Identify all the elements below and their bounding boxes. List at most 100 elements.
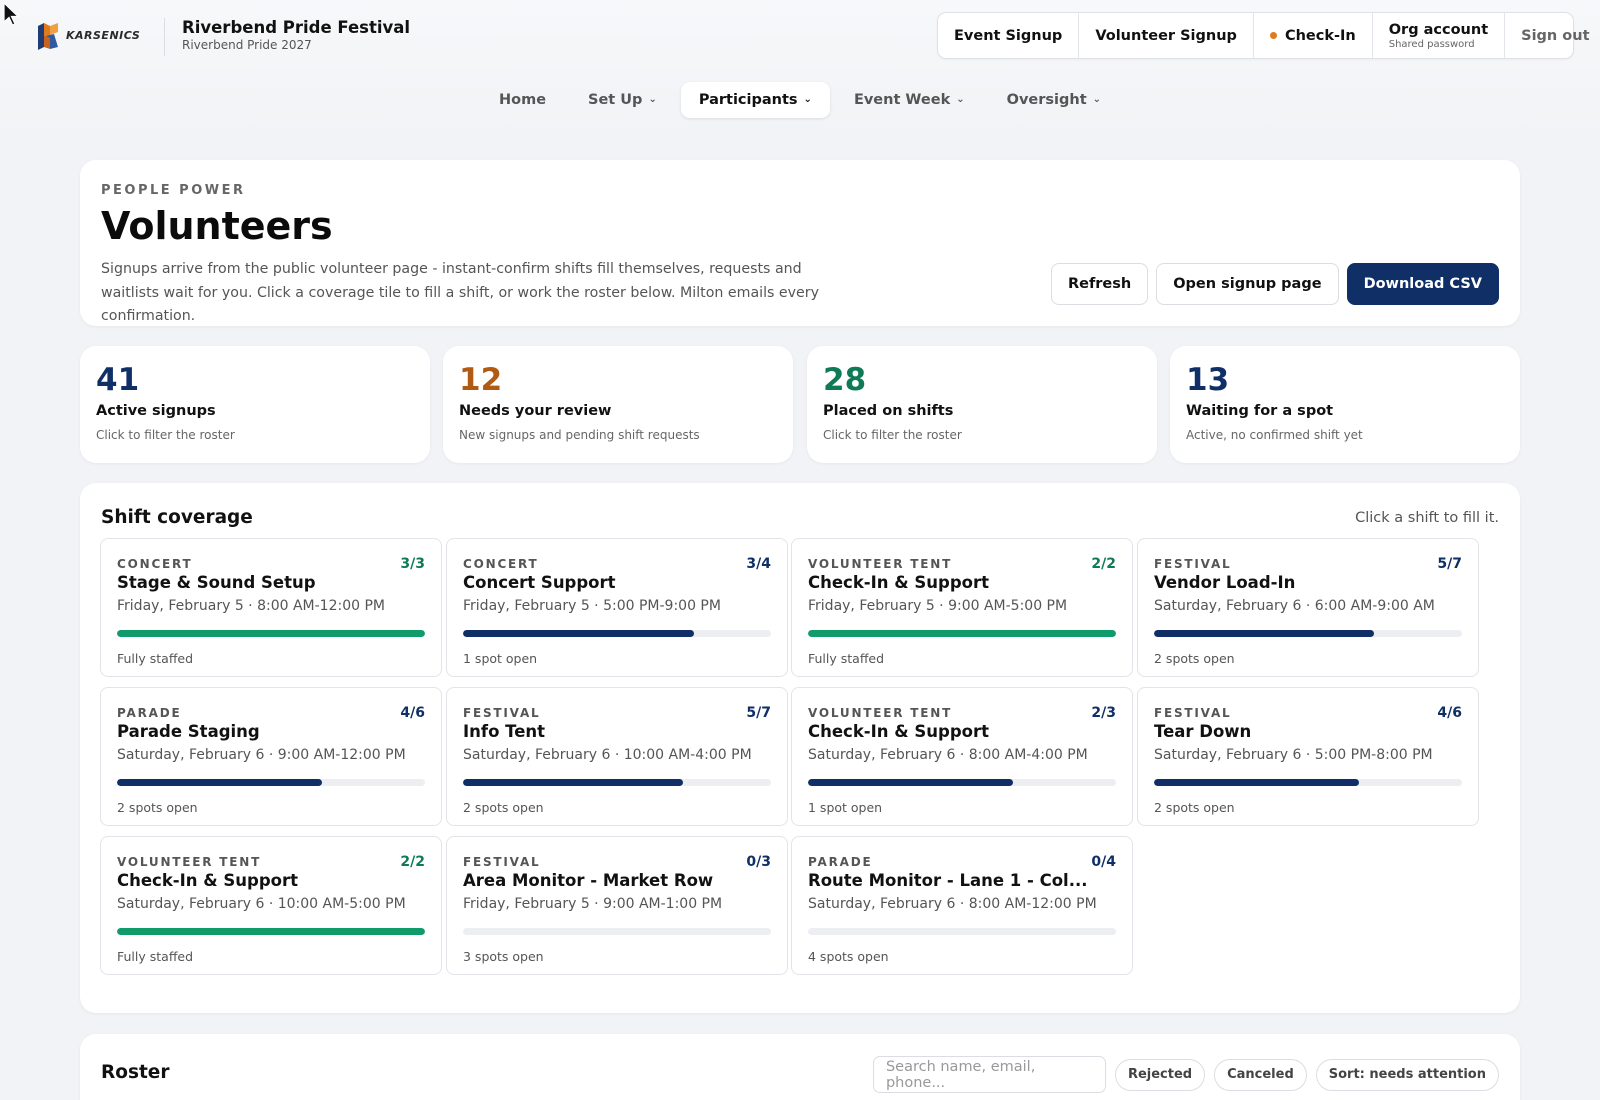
shift-name: Parade Staging	[117, 722, 260, 741]
sign-out-label: Sign out	[1521, 27, 1590, 44]
section-title: Shift coverage	[101, 507, 253, 528]
shift-name: Check-In & Support	[808, 573, 990, 592]
shift-time: Saturday, February 6 · 8:00 AM-4:00 PM	[808, 747, 1088, 763]
nav-set-up[interactable]: Set Up ⌄	[570, 82, 675, 118]
stat-card-active-signups[interactable]: 41 Active signups Click to filter the ro…	[80, 346, 430, 463]
stat-card-waiting-for-spot[interactable]: 13 Waiting for a spot Active, no confirm…	[1170, 346, 1520, 463]
event-signup-label: Event Signup	[954, 27, 1063, 44]
shift-name: Info Tent	[463, 722, 546, 741]
chevron-down-icon: ⌄	[803, 93, 812, 105]
shift-status: 2 spots open	[117, 800, 198, 815]
filter-canceled[interactable]: Canceled	[1214, 1058, 1307, 1091]
nav-event-week[interactable]: Event Week ⌄	[836, 82, 983, 118]
stat-value: 13	[1186, 362, 1230, 398]
shift-name: Check-In & Support	[808, 722, 990, 741]
shift-tile[interactable]: FESTIVAL 5/7 Vendor Load-In Saturday, Febru…	[1137, 538, 1479, 677]
roster-toolbar: Search name, email, phone... Rejected Ca…	[872, 1056, 1499, 1093]
roster-search-input[interactable]: Search name, email, phone...	[872, 1056, 1106, 1093]
org-account-label: Org account	[1388, 21, 1489, 38]
chevron-down-icon: ⌄	[956, 93, 965, 105]
shift-count: 2/2	[400, 854, 425, 870]
shift-time: Saturday, February 6 · 8:00 AM-12:00 PM	[808, 896, 1097, 912]
volunteers-hero-card: PEOPLE POWER Volunteers Signups arrive f…	[80, 160, 1520, 326]
nav-label: Oversight	[1006, 92, 1087, 108]
shift-category: PARADE	[117, 706, 182, 720]
org-account-menu[interactable]: Org account Shared password	[1373, 13, 1506, 58]
page-description: Signups arrive from the public volunteer…	[101, 261, 820, 324]
shift-count: 5/7	[1437, 556, 1462, 572]
shift-count: 2/2	[1091, 556, 1116, 572]
stat-value: 28	[823, 362, 867, 398]
shift-category: VOLUNTEER TENT	[808, 557, 953, 571]
stat-label: Waiting for a spot	[1186, 403, 1334, 419]
shift-count: 0/4	[1091, 854, 1116, 870]
main-nav: Home Set Up ⌄ Participants ⌄ Event Week ⌄ O…	[0, 82, 1600, 118]
shift-time: Saturday, February 6 · 10:00 AM-5:00 PM	[117, 896, 406, 912]
stat-value: 41	[96, 362, 140, 398]
shift-status: 3 spots open	[463, 949, 544, 964]
nav-label: Event Week	[853, 92, 951, 108]
open-signup-page-button[interactable]: Open signup page	[1156, 263, 1339, 305]
shift-tile[interactable]: VOLUNTEER TENT 2/3 Check-In & Support Satur…	[791, 687, 1133, 826]
shift-tile[interactable]: CONCERT 3/4 Concert Support Friday, Februar…	[446, 538, 788, 677]
nav-oversight[interactable]: Oversight ⌄	[989, 82, 1119, 118]
shift-tile[interactable]: FESTIVAL 4/6 Tear Down Saturday, February 6…	[1137, 687, 1479, 826]
shift-category: FESTIVAL	[463, 855, 541, 869]
shift-status: 4 spots open	[808, 949, 889, 964]
nav-label: Participants	[698, 92, 798, 108]
nav-label: Set Up	[588, 92, 643, 108]
stat-hint: Click to filter the roster	[823, 428, 962, 442]
shift-status: Fully staffed	[117, 949, 194, 964]
stat-hint: Click to filter the roster	[96, 428, 235, 442]
shift-tile[interactable]: FESTIVAL 5/7 Info Tent Saturday, February 6…	[446, 687, 788, 826]
volunteer-signup-label: Volunteer Signup	[1095, 27, 1237, 44]
shift-progress-bar	[117, 630, 425, 637]
brand-logo[interactable]: KARSENICS	[36, 20, 140, 50]
nav-participants[interactable]: Participants ⌄	[680, 82, 830, 118]
section-title: Roster	[101, 1062, 170, 1083]
shift-tile[interactable]: PARADE 4/6 Parade Staging Saturday, Februar…	[100, 687, 442, 826]
shift-tile[interactable]: VOLUNTEER TENT 2/2 Check-In & Support Satur…	[100, 836, 442, 975]
festival-title: Riverbend Pride Festival	[182, 18, 411, 37]
event-signup-link[interactable]: Event Signup	[938, 13, 1080, 58]
shift-progress-bar	[463, 928, 771, 935]
shift-category: FESTIVAL	[1154, 557, 1232, 571]
nav-label: Home	[498, 92, 547, 108]
sort-needs-attention[interactable]: Sort: needs attention	[1315, 1058, 1499, 1091]
status-dot-icon	[1269, 32, 1277, 39]
nav-home[interactable]: Home	[481, 82, 564, 118]
check-in-link[interactable]: Check-In	[1254, 13, 1373, 58]
shift-status: 2 spots open	[1154, 800, 1235, 815]
refresh-button[interactable]: Refresh	[1050, 263, 1149, 305]
shift-tile[interactable]: PARADE 0/4 Route Monitor - Lane 1 - Col...…	[791, 836, 1133, 975]
shift-progress-bar	[463, 779, 771, 786]
shift-tile[interactable]: CONCERT 3/3 Stage & Sound Setup Friday, Feb…	[100, 538, 442, 677]
shift-progress-bar	[808, 779, 1116, 786]
sign-out-button[interactable]: Sign out	[1505, 13, 1600, 58]
page-title: Volunteers	[101, 204, 333, 248]
stat-card-needs-review[interactable]: 12 Needs your review New signups and pen…	[443, 346, 793, 463]
shift-count: 0/3	[746, 854, 771, 870]
volunteer-signup-link[interactable]: Volunteer Signup	[1079, 13, 1254, 58]
mouse-cursor-icon	[3, 2, 20, 26]
shift-category: PARADE	[808, 855, 873, 869]
hero-actions: Refresh Open signup page Download CSV	[1050, 263, 1499, 305]
karsenics-logo-icon	[38, 23, 58, 50]
shift-status: 1 spot open	[808, 800, 883, 815]
shift-category: FESTIVAL	[1154, 706, 1232, 720]
shift-progress-fill	[463, 630, 694, 637]
shift-tile[interactable]: VOLUNTEER TENT 2/2 Check-In & Support Frida…	[791, 538, 1133, 677]
shift-time: Saturday, February 6 · 5:00 PM-8:00 PM	[1154, 747, 1433, 763]
filter-rejected[interactable]: Rejected	[1114, 1058, 1206, 1091]
stat-label: Placed on shifts	[823, 403, 954, 419]
shift-count: 3/4	[746, 556, 771, 572]
download-csv-button[interactable]: Download CSV	[1346, 263, 1499, 305]
chevron-down-icon: ⌄	[648, 93, 657, 105]
shift-category: VOLUNTEER TENT	[808, 706, 953, 720]
shift-name: Tear Down	[1154, 722, 1252, 741]
stat-card-placed-on-shifts[interactable]: 28 Placed on shifts Click to filter the …	[807, 346, 1157, 463]
stat-hint: New signups and pending shift requests	[459, 428, 700, 442]
shift-time: Saturday, February 6 · 6:00 AM-9:00 AM	[1154, 598, 1435, 614]
shift-tile[interactable]: FESTIVAL 0/3 Area Monitor - Market Row Frid…	[446, 836, 788, 975]
shift-time: Friday, February 5 · 9:00 AM-5:00 PM	[808, 598, 1068, 614]
